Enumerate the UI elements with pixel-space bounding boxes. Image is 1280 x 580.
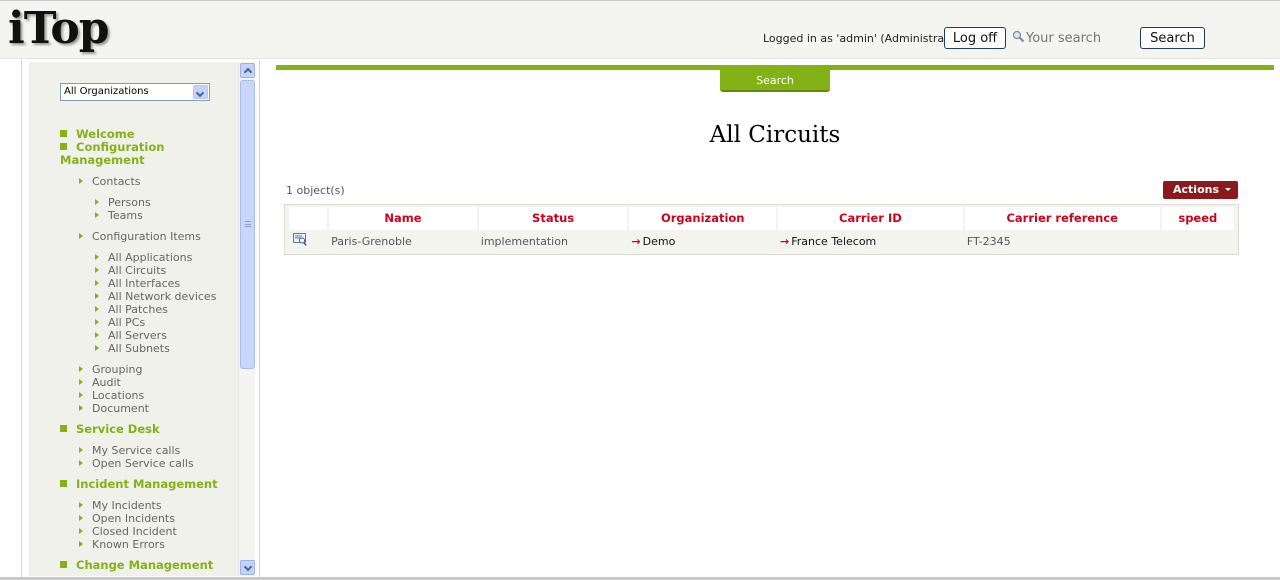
triangle-bullet-icon <box>95 199 99 205</box>
external-link-icon: → <box>631 234 641 248</box>
triangle-bullet-icon <box>79 178 83 184</box>
frame-divider[interactable] <box>259 60 260 578</box>
sidebar-menu: All Organizations Welcome Configuration … <box>29 62 238 576</box>
logoff-button[interactable]: Log off <box>944 27 1006 49</box>
menu-item-teams[interactable]: Teams <box>95 209 143 222</box>
menu-item-contacts[interactable]: Contacts <box>79 175 141 188</box>
header-status[interactable]: Status <box>478 207 628 229</box>
header-detail <box>289 207 328 229</box>
cell-name: Paris-Grenoble <box>329 229 477 252</box>
cell-status: implementation <box>478 229 628 252</box>
external-link-icon: → <box>780 234 790 248</box>
triangle-bullet-icon <box>79 515 83 521</box>
triangle-bullet-icon <box>79 447 83 453</box>
menu-item-document[interactable]: Document <box>79 402 149 415</box>
menu-item-locations[interactable]: Locations <box>79 389 144 402</box>
triangle-bullet-icon <box>95 319 99 325</box>
square-bullet-icon <box>60 561 67 568</box>
triangle-bullet-icon <box>95 345 99 351</box>
menu-item-all-patches[interactable]: All Patches <box>95 303 168 316</box>
menu-item-open-service-calls[interactable]: Open Service calls <box>79 457 194 470</box>
menu-item-my-service-calls[interactable]: My Service calls <box>79 444 180 457</box>
search-tab[interactable]: Search <box>720 70 830 92</box>
table-row: Paris-Grenoble implementation → Demo → Fra… <box>289 229 1234 252</box>
menu-item-all-pcs[interactable]: All PCs <box>95 316 145 329</box>
logged-in-text: Logged in as 'admin' (Administrator) <box>763 32 964 45</box>
triangle-bullet-icon <box>79 366 83 372</box>
triangle-bullet-icon <box>79 502 83 508</box>
cell-organization[interactable]: → Demo <box>629 229 777 252</box>
triangle-bullet-icon <box>79 405 83 411</box>
header-speed[interactable]: speed <box>1161 207 1234 229</box>
header-organization[interactable]: Organization <box>629 207 777 229</box>
search-input[interactable] <box>1026 29 1136 47</box>
menu-section-change-management[interactable]: Change Management <box>60 559 213 572</box>
actions-label: Actions <box>1173 183 1219 196</box>
main-content: Search All Circuits 1 object(s) Actions … <box>276 60 1274 578</box>
search-button[interactable]: Search <box>1140 27 1205 49</box>
square-bullet-icon <box>60 425 67 432</box>
organization-select[interactable]: All Organizations <box>60 83 210 101</box>
results-table: Name Status Organization Carrier ID Carr… <box>284 204 1239 255</box>
triangle-bullet-icon <box>95 254 99 260</box>
menu-item-grouping[interactable]: Grouping <box>79 363 143 376</box>
menu-item-closed-incident[interactable]: Closed Incident <box>79 525 177 538</box>
header-carrier-reference[interactable]: Carrier reference <box>964 207 1160 229</box>
cell-carrier-reference: FT-2345 <box>964 229 1160 252</box>
detail-cell[interactable] <box>289 229 328 252</box>
menu-item-all-interfaces[interactable]: All Interfaces <box>95 277 180 290</box>
menu-item-all-network-devices[interactable]: All Network devices <box>95 290 216 303</box>
menu-item-all-applications[interactable]: All Applications <box>95 251 192 264</box>
menu-item-configuration-items[interactable]: Configuration Items <box>79 230 201 243</box>
triangle-bullet-icon <box>95 267 99 273</box>
object-count: 1 object(s) <box>286 184 345 197</box>
menu-item-my-incidents[interactable]: My Incidents <box>79 499 162 512</box>
cell-carrier-id[interactable]: → France Telecom <box>778 229 963 252</box>
triangle-bullet-icon <box>95 212 99 218</box>
menu-item-known-errors[interactable]: Known Errors <box>79 538 165 551</box>
magnifier-icon <box>1012 30 1025 43</box>
triangle-bullet-icon <box>95 306 99 312</box>
menu-section-service-desk[interactable]: Service Desk <box>60 423 160 436</box>
header-name[interactable]: Name <box>329 207 477 229</box>
view-details-icon[interactable] <box>293 233 307 246</box>
triangle-bullet-icon <box>79 392 83 398</box>
sidebar-scrollbar[interactable] <box>238 62 255 576</box>
cell-speed <box>1161 229 1234 252</box>
header-carrier-id[interactable]: Carrier ID <box>778 207 963 229</box>
triangle-bullet-icon <box>79 233 83 239</box>
menu-section-incident-management[interactable]: Incident Management <box>60 478 218 491</box>
triangle-bullet-icon <box>95 293 99 299</box>
menu-section-configuration-management[interactable]: Configuration Management <box>60 141 180 167</box>
itop-logo[interactable]: iTop <box>8 3 110 55</box>
menu-item-audit[interactable]: Audit <box>79 376 121 389</box>
triangle-bullet-icon <box>79 528 83 534</box>
menu-item-all-circuits[interactable]: All Circuits <box>95 264 166 277</box>
header-bar: iTop Logged in as 'admin' (Administrator… <box>0 0 1280 59</box>
dropdown-arrow-icon[interactable] <box>193 85 208 99</box>
actions-menu-button[interactable]: Actions <box>1163 181 1238 199</box>
page-title: All Circuits <box>709 122 841 148</box>
square-bullet-icon <box>60 143 67 150</box>
menu-item-all-subnets[interactable]: All Subnets <box>95 342 170 355</box>
caret-down-icon <box>1225 188 1231 191</box>
triangle-bullet-icon <box>79 460 83 466</box>
menu-item-persons[interactable]: Persons <box>95 196 151 209</box>
table-header-row: Name Status Organization Carrier ID Carr… <box>289 207 1234 229</box>
left-gutter <box>0 60 22 578</box>
square-bullet-icon <box>60 130 67 137</box>
grip-icon <box>245 221 251 227</box>
menu-item-open-incidents[interactable]: Open Incidents <box>79 512 175 525</box>
square-bullet-icon <box>60 480 67 487</box>
organization-select-value: All Organizations <box>64 86 149 97</box>
triangle-bullet-icon <box>95 332 99 338</box>
scroll-down-icon[interactable] <box>240 560 255 575</box>
triangle-bullet-icon <box>79 379 83 385</box>
triangle-bullet-icon <box>79 541 83 547</box>
triangle-bullet-icon <box>95 280 99 286</box>
menu-item-all-servers[interactable]: All Servers <box>95 329 167 342</box>
scroll-up-icon[interactable] <box>240 63 255 78</box>
scrollbar-thumb[interactable] <box>240 80 255 369</box>
